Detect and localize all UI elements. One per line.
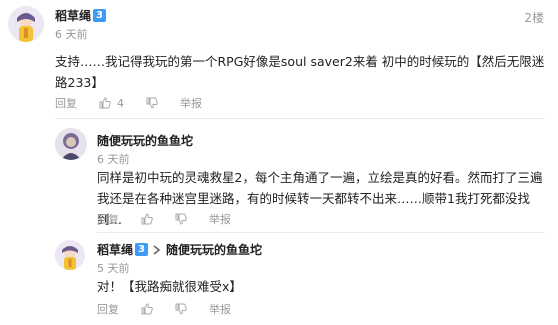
reply-label: 回复	[97, 213, 119, 226]
reply-button[interactable]: 回复	[97, 301, 119, 317]
thumbs-up-icon	[141, 213, 153, 225]
reply-actions: 回复 举报	[97, 301, 231, 317]
post-author[interactable]: 稻草绳	[55, 7, 91, 24]
avatar-image	[8, 6, 44, 42]
reply-label: 回复	[55, 97, 77, 110]
report-button[interactable]: 举报	[209, 211, 231, 227]
reply-time: 5 天前	[97, 262, 130, 275]
dislike-button[interactable]	[175, 213, 187, 225]
dislike-button[interactable]	[146, 97, 158, 109]
divider	[55, 118, 545, 119]
reply-button[interactable]: 回复	[55, 95, 77, 111]
thumbs-down-icon	[175, 303, 187, 315]
reply-author[interactable]: 稻草绳	[97, 241, 133, 258]
report-label: 举报	[209, 303, 231, 316]
avatar[interactable]	[8, 6, 44, 42]
divider	[97, 232, 545, 233]
like-button[interactable]: 4	[99, 97, 124, 110]
thumbs-up-icon	[99, 97, 111, 109]
post-actions: 回复 4 举报	[55, 95, 202, 111]
report-button[interactable]: 举报	[180, 95, 202, 111]
thumbs-down-icon	[175, 213, 187, 225]
reply-time: 6 天前	[97, 153, 130, 166]
reply-to-user[interactable]: 随便玩玩的鱼鱼坨	[166, 241, 262, 258]
dislike-button[interactable]	[175, 303, 187, 315]
like-button[interactable]	[141, 303, 153, 315]
post-time: 6 天前	[55, 28, 88, 41]
like-count: 4	[117, 96, 124, 110]
reply-arrow-icon	[153, 245, 161, 255]
post-content: 支持……我记得我玩的第一个RPG好像是soul saver2来着 初中的时候玩的…	[55, 54, 545, 90]
reply-button[interactable]: 回复	[97, 211, 119, 227]
reply-actions: 回复 举报	[97, 211, 231, 227]
reply-author[interactable]: 随便玩玩的鱼鱼坨	[97, 132, 193, 149]
level-badge: 3	[93, 9, 106, 22]
like-button[interactable]	[141, 213, 153, 225]
thumbs-up-icon	[141, 303, 153, 315]
report-label: 举报	[180, 97, 202, 110]
avatar[interactable]	[55, 128, 87, 160]
reply-content: 对！【我路痴就很难受x】	[97, 279, 242, 294]
avatar-image	[55, 240, 85, 270]
level-badge: 3	[135, 243, 148, 256]
reply-label: 回复	[97, 303, 119, 316]
avatar[interactable]	[55, 240, 85, 270]
thumbs-down-icon	[146, 97, 158, 109]
floor-number: 2楼	[524, 11, 544, 25]
avatar-image	[55, 128, 87, 160]
report-label: 举报	[209, 213, 231, 226]
report-button[interactable]: 举报	[209, 301, 231, 317]
